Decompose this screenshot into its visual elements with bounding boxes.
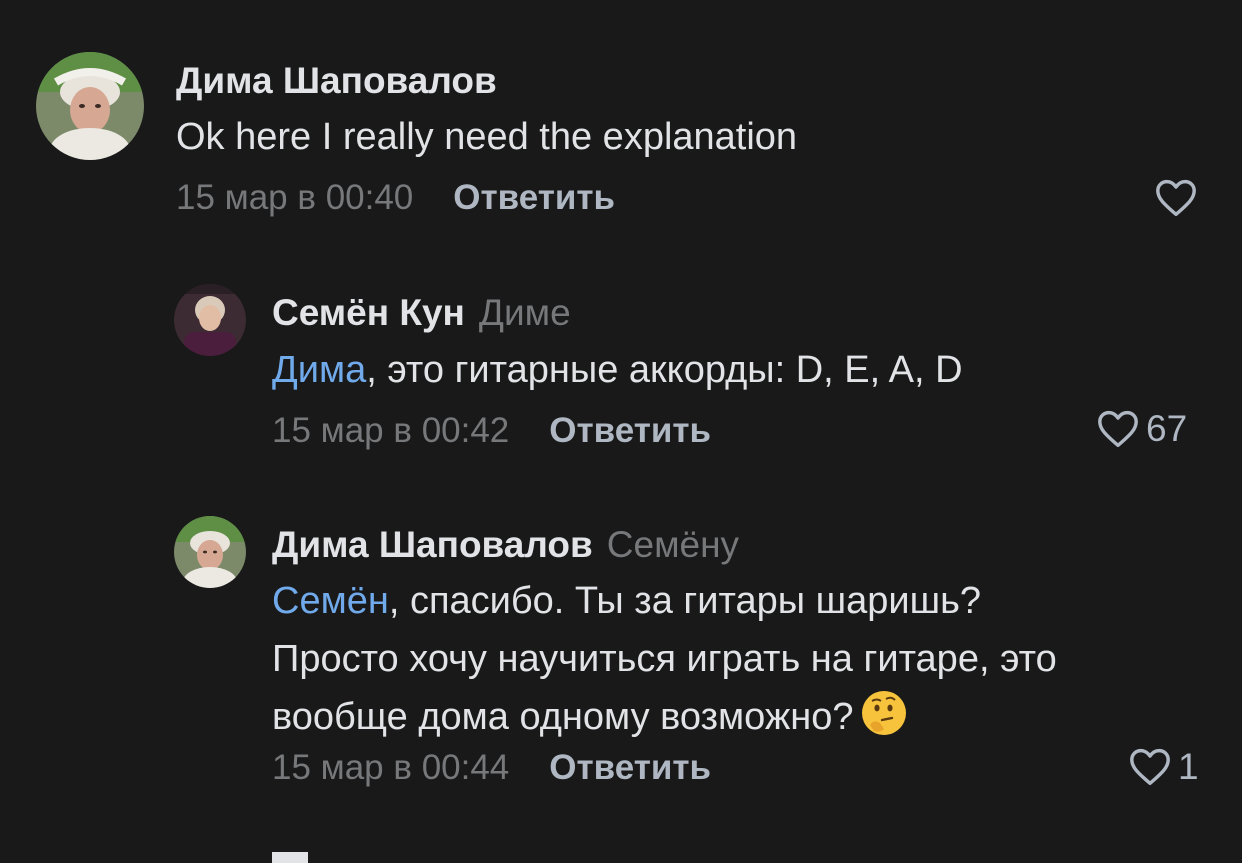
comment-text: Семён, спасибо. Ты за гитары шаришь? Про… [272, 572, 1057, 746]
avatar[interactable] [174, 516, 246, 588]
comment-meta: 15 мар в 00:42 Ответить [272, 411, 711, 451]
author-name[interactable]: Дима Шаповалов [176, 60, 497, 101]
like-button[interactable]: 67 [1096, 408, 1187, 450]
comment-date[interactable]: 15 мар в 00:40 [176, 178, 413, 217]
comment-text-line-1: Семён, спасибо. Ты за гитары шаришь? [272, 572, 1057, 630]
comment-text-body: , это гитарные аккорды: D, E, A, D [366, 349, 963, 391]
comment-text: Ok here I really need the explanation [176, 108, 797, 166]
reply-button[interactable]: Ответить [453, 178, 615, 217]
child-photo-avatar-icon [174, 516, 246, 588]
author-name[interactable]: Дима Шаповалов [272, 524, 593, 565]
comment-author[interactable]: Семён Кун Диме [272, 292, 571, 334]
child-photo-avatar-icon [36, 52, 144, 160]
comment-meta: 15 мар в 00:40 Ответить [176, 178, 615, 218]
reply-to-label[interactable]: Диме [479, 292, 571, 333]
comment-text-body: , спасибо. Ты за гитары шаришь? [388, 580, 982, 622]
comment-date[interactable]: 15 мар в 00:42 [272, 411, 509, 450]
reply-button[interactable]: Ответить [549, 748, 711, 787]
avatar[interactable] [174, 284, 246, 356]
comment-text-body: вообще дома одному возможно? [272, 696, 854, 738]
comment-meta: 15 мар в 00:44 Ответить [272, 748, 711, 788]
comment-date[interactable]: 15 мар в 00:44 [272, 748, 509, 787]
avatar[interactable] [36, 52, 144, 160]
heart-icon [1098, 410, 1138, 448]
like-count: 1 [1178, 746, 1199, 787]
thinking-face-icon [860, 689, 908, 737]
next-comment-partial [272, 852, 308, 863]
comment-text-body: Ok here I really need the explanation [176, 116, 798, 158]
comment-text-line-2: Просто хочу научиться играть на гитаре, … [272, 638, 1057, 680]
author-name[interactable]: Семён Кун [272, 292, 465, 333]
heart-icon [1130, 748, 1170, 786]
comment-text-line-3: вообще дома одному возможно? [272, 688, 1057, 746]
reply-to-label[interactable]: Семёну [607, 524, 739, 565]
reply-button[interactable]: Ответить [549, 411, 711, 450]
comment-author[interactable]: Дима Шаповалов Семёну [272, 524, 739, 566]
comment-text: Дима, это гитарные аккорды: D, E, A, D [272, 341, 963, 399]
comment-author[interactable]: Дима Шаповалов [176, 60, 497, 102]
like-button[interactable]: 1 [1128, 746, 1199, 788]
mention-link[interactable]: Дима [272, 349, 366, 391]
like-button[interactable] [1154, 178, 1198, 218]
mention-link[interactable]: Семён [272, 580, 389, 622]
like-count: 67 [1146, 408, 1188, 449]
person-photo-avatar-icon [174, 284, 246, 356]
heart-icon [1156, 179, 1196, 217]
